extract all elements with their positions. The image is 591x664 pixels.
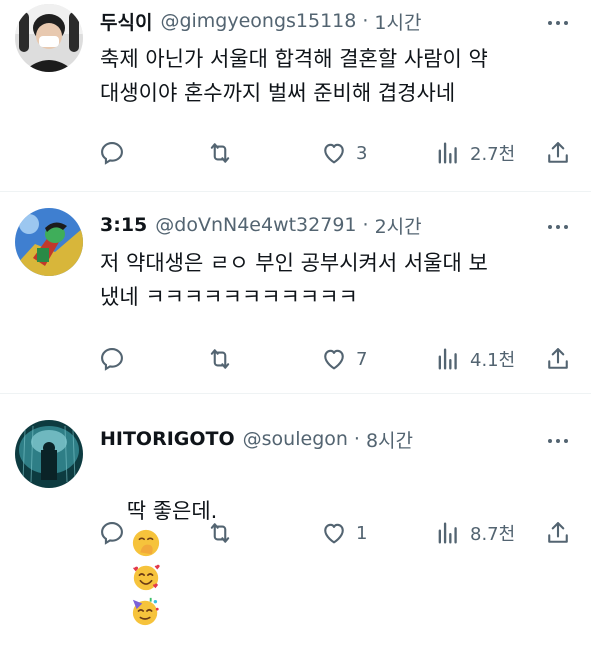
user-handle[interactable]: @doVnN4e4wt32791 [155,214,356,236]
reply-icon [101,348,123,371]
view-count: 2.7천 [470,144,516,165]
tweet[interactable]: 두식이 @gimgyeongs15118 · 1시간 축제 아닌가 서울대 합격… [0,0,591,192]
tweet[interactable]: HITORIGOTO @soulegon · 8시간 딱 좋은데. 1 8.7천 [0,394,591,626]
views-button[interactable]: 8.7천 [434,516,515,550]
separator-dot: · [353,428,360,450]
avatar[interactable] [15,420,83,488]
tweet-header: 두식이 @gimgyeongs15118 · 1시간 [100,6,521,36]
more-options-button[interactable] [543,8,573,38]
tweet[interactable]: 3:15 @doVnN4e4wt32791 · 2시간 저 약대생은 ㄹㅇ 부인… [0,192,591,394]
like-button[interactable]: 7 [320,342,367,376]
timestamp[interactable]: 1시간 [374,8,421,35]
avatar[interactable] [15,208,83,276]
more-icon [548,439,552,443]
retweet-button[interactable] [206,136,234,170]
retweet-button[interactable] [206,516,234,550]
reply-button[interactable] [98,136,126,170]
display-name[interactable]: 3:15 [100,214,147,236]
reply-button[interactable] [98,516,126,550]
smiling-face-with-hearts-emoji [132,564,160,591]
views-button[interactable]: 4.1천 [434,342,515,376]
share-icon [548,348,568,369]
retweet-icon [210,349,230,369]
reply-icon [101,142,123,165]
more-icon [548,225,552,229]
separator-dot: · [362,10,369,32]
more-options-button[interactable] [543,212,573,242]
retweet-button[interactable] [206,342,234,376]
reply-button[interactable] [98,342,126,376]
action-bar: 1 8.7천 [0,516,591,550]
action-bar: 7 4.1천 [0,342,591,376]
tweet-text: 축제 아닌가 서울대 합격해 결혼할 사람이 약 대생이야 혼수까지 벌써 준비… [100,47,488,105]
view-count: 4.1천 [470,350,516,371]
reply-icon [101,522,123,545]
tweet-header: HITORIGOTO @soulegon · 8시간 [100,424,521,454]
user-handle[interactable]: @soulegon [243,428,348,450]
tweet-text-container: 딱 좋은데. [100,460,570,664]
views-icon [438,348,457,370]
heart-icon [324,349,344,370]
more-icon [548,21,552,25]
avatar[interactable] [15,4,83,72]
timestamp[interactable]: 8시간 [366,426,413,453]
share-button[interactable] [544,516,572,550]
tweet-text: 저 약대생은 ㄹㅇ 부인 공부시켜서 서울대 보 냈네 ㅋㅋㅋㅋㅋㅋㅋㅋㅋㅋㅋ [100,251,488,309]
separator-dot: · [362,214,369,236]
like-button[interactable]: 1 [320,516,367,550]
views-button[interactable]: 2.7천 [434,136,515,170]
display-name[interactable]: HITORIGOTO [100,428,235,450]
like-button[interactable]: 3 [320,136,367,170]
display-name[interactable]: 두식이 [100,8,152,35]
tweet-header: 3:15 @doVnN4e4wt32791 · 2시간 [100,210,521,240]
heart-icon [324,143,344,164]
action-bar: 3 2.7천 [0,136,591,170]
share-button[interactable] [544,136,572,170]
like-count: 7 [356,348,368,370]
share-icon [548,142,568,163]
views-icon [438,142,457,164]
share-button[interactable] [544,342,572,376]
views-icon [438,522,457,544]
more-options-button[interactable] [543,426,573,456]
retweet-icon [210,523,230,543]
timestamp[interactable]: 2시간 [375,212,422,239]
like-count: 3 [356,142,368,164]
user-handle[interactable]: @gimgyeongs15118 [160,10,356,32]
view-count: 8.7천 [470,524,516,545]
heart-icon [324,523,344,544]
retweet-icon [210,143,230,163]
share-icon [548,522,568,543]
like-count: 1 [356,522,368,544]
partying-face-emoji [132,597,159,626]
